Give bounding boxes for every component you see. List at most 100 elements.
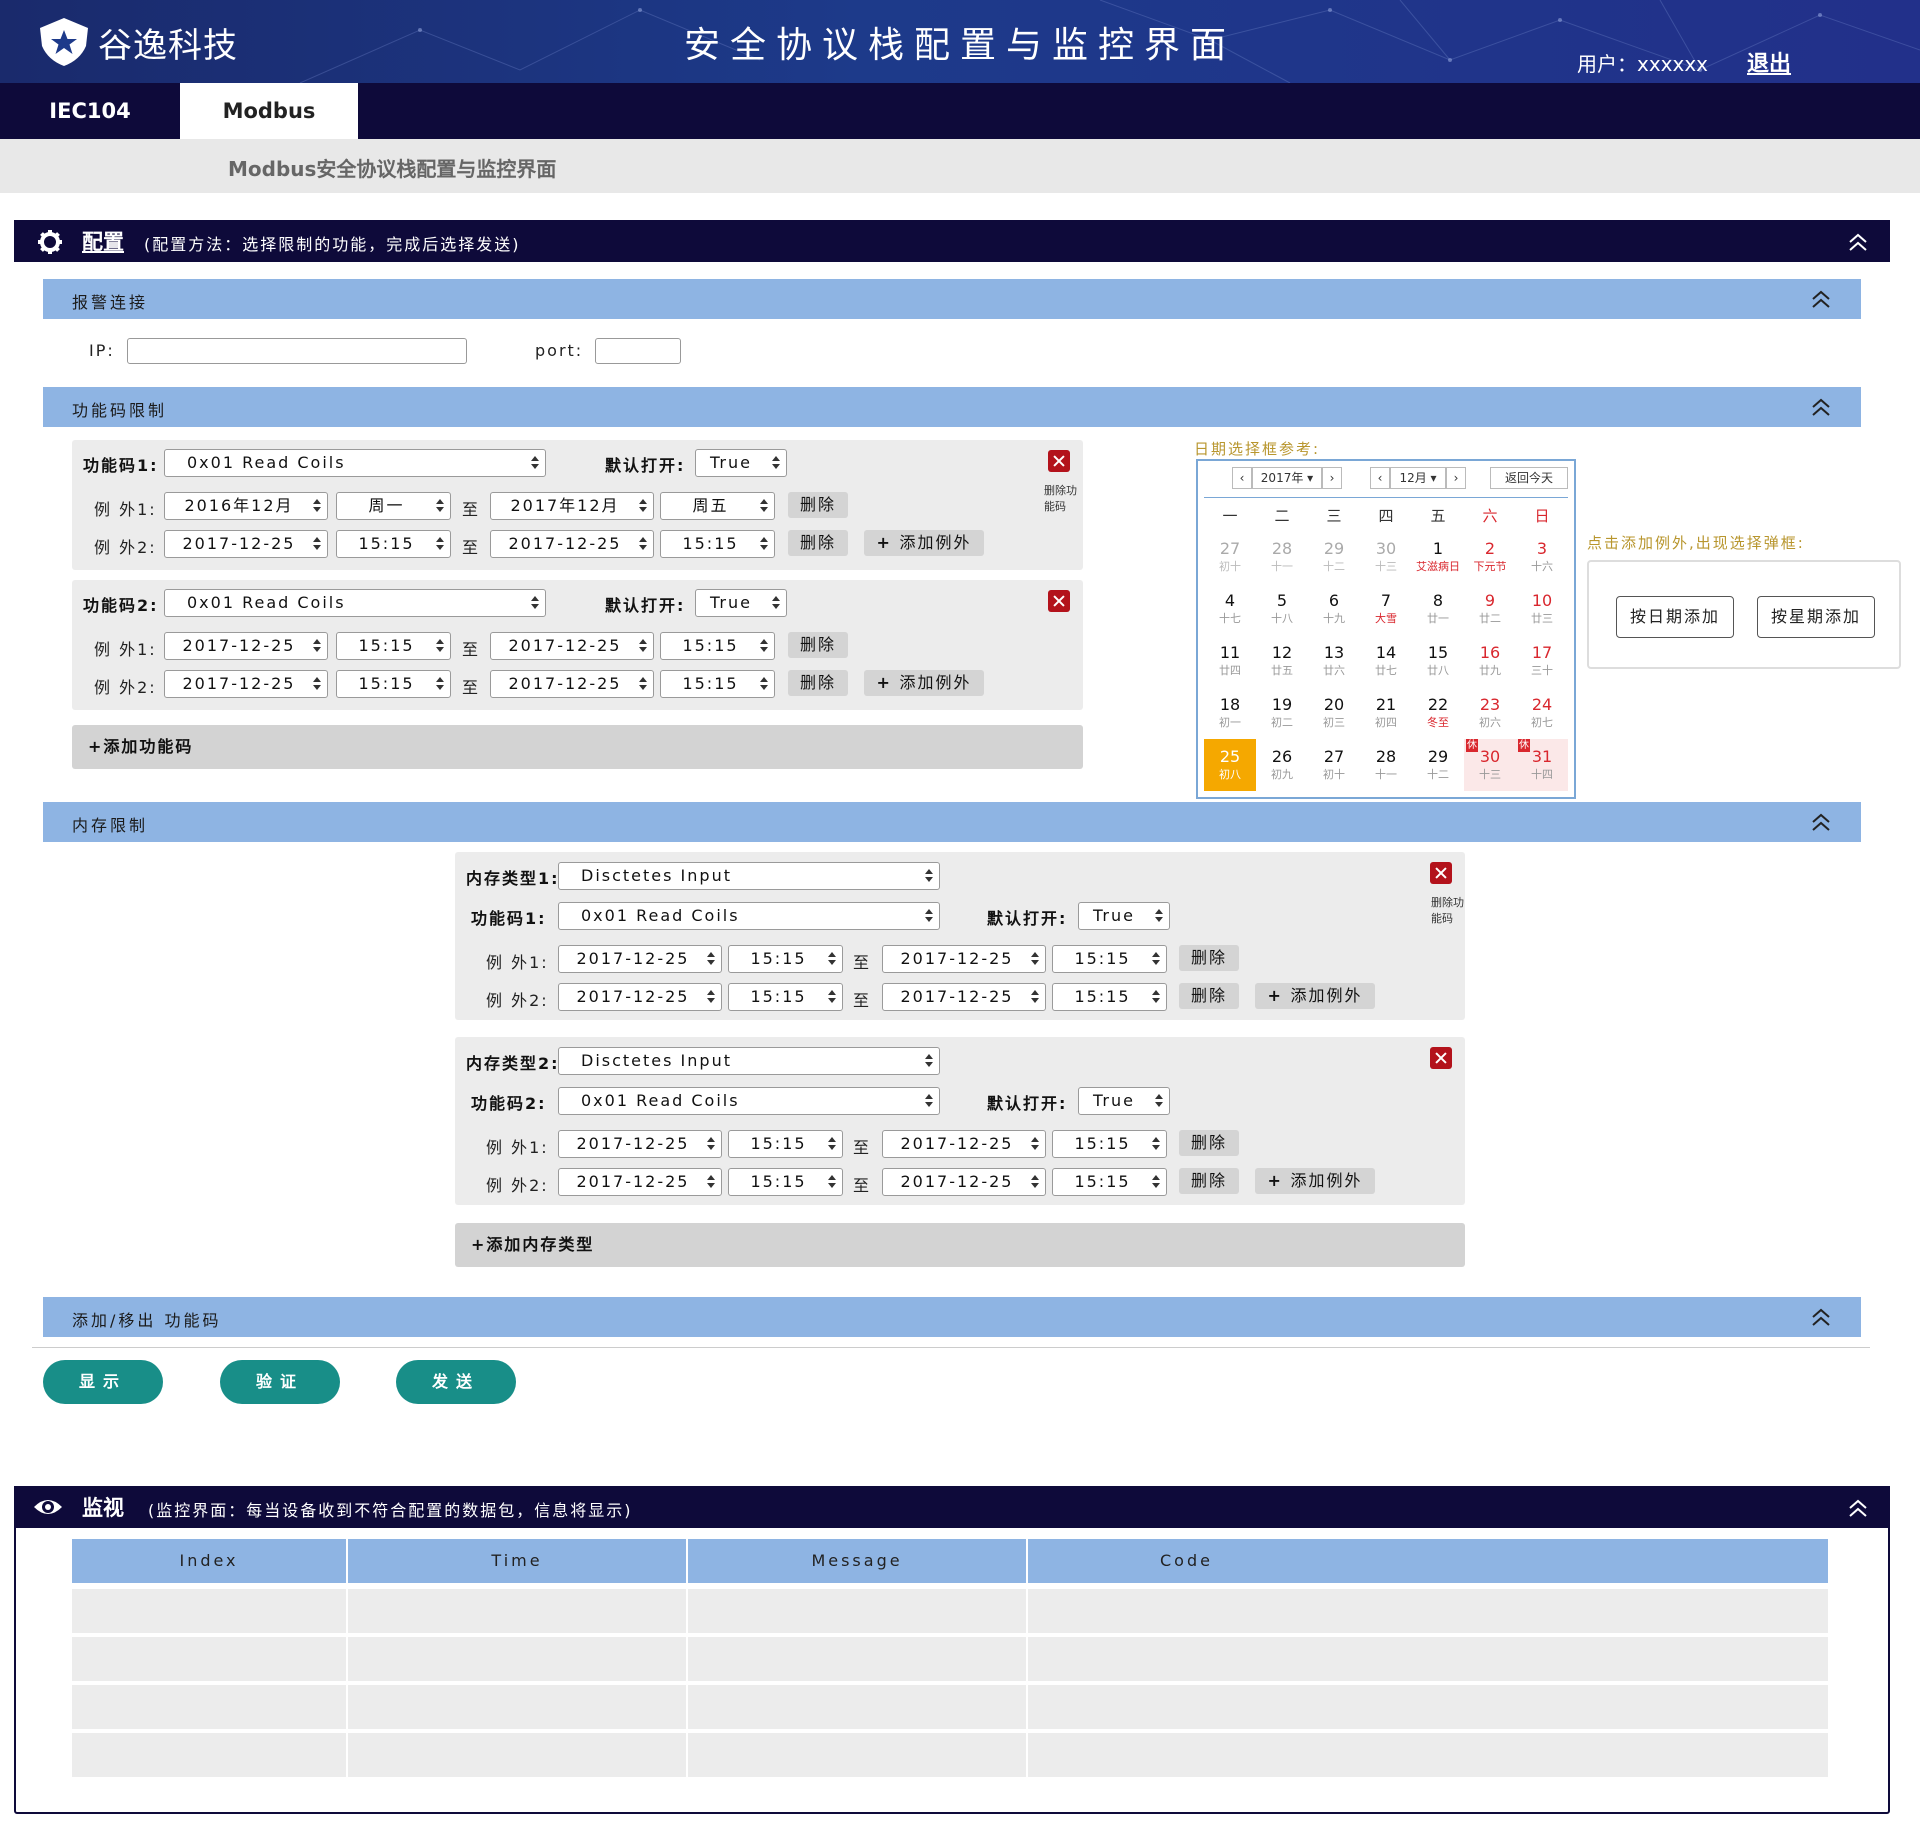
alarm-section-header[interactable]: 报警连接 <box>43 279 1861 319</box>
exception-end-time[interactable]: 15:15 <box>660 530 775 558</box>
exception-end-date[interactable]: 2017-12-25 <box>882 945 1046 973</box>
exception-start-time[interactable]: 15:15 <box>728 1168 843 1196</box>
calendar-day[interactable]: 29 十二 <box>1308 531 1360 583</box>
delete-exception-button[interactable]: 删除 <box>1179 983 1239 1009</box>
exception-start-date[interactable]: 2016年12月 <box>164 492 328 520</box>
collapse-chevron-icon[interactable] <box>1809 395 1833 419</box>
exception-start-time[interactable]: 15:15 <box>728 945 843 973</box>
calendar-day[interactable]: 28 十一 <box>1360 739 1412 791</box>
add-exception-button[interactable]: + 添加例外 <box>864 530 984 556</box>
add-fc-button[interactable]: +添加功能码 <box>72 725 1083 769</box>
add-by-week-button[interactable]: 按星期添加 <box>1757 596 1875 638</box>
exception-end-date[interactable]: 2017-12-25 <box>490 632 654 660</box>
mem-type-select[interactable]: Disctetes Input <box>558 862 940 890</box>
exception-end-time[interactable]: 15:15 <box>1052 945 1167 973</box>
calendar-day[interactable]: 8 廿一 <box>1412 583 1464 635</box>
prev-month-icon[interactable]: ‹ <box>1370 467 1390 489</box>
delete-exception-button[interactable]: 删除 <box>788 632 848 658</box>
calendar-day[interactable]: 12 廿五 <box>1256 635 1308 687</box>
calendar-day[interactable]: 29 十二 <box>1412 739 1464 791</box>
exception-start-time[interactable]: 周一 <box>336 492 451 520</box>
calendar-day[interactable]: 11 廿四 <box>1204 635 1256 687</box>
calendar-day[interactable]: 27 初十 <box>1204 531 1256 583</box>
collapse-chevron-icon[interactable] <box>1809 810 1833 834</box>
fc-select[interactable]: 0x01 Read Coils <box>164 589 546 617</box>
exception-end-time[interactable]: 15:15 <box>660 670 775 698</box>
default-open-select[interactable]: True <box>1078 1087 1170 1115</box>
calendar-day[interactable]: 5 十八 <box>1256 583 1308 635</box>
delete-exception-button[interactable]: 删除 <box>1179 1168 1239 1194</box>
calendar-day[interactable]: 24 初七 <box>1516 687 1568 739</box>
next-year-icon[interactable]: › <box>1322 467 1342 489</box>
default-open-select[interactable]: True <box>1078 902 1170 930</box>
delete-mem-icon[interactable] <box>1430 1047 1452 1069</box>
exception-end-date[interactable]: 2017-12-25 <box>882 983 1046 1011</box>
back-to-today-button[interactable]: 返回今天 <box>1490 467 1568 489</box>
delete-exception-button[interactable]: 删除 <box>788 530 848 556</box>
calendar-day[interactable]: 9 廿二 <box>1464 583 1516 635</box>
exception-start-date[interactable]: 2017-12-25 <box>558 1130 722 1158</box>
calendar-day[interactable]: 7 大雪 <box>1360 583 1412 635</box>
add-exception-button[interactable]: + 添加例外 <box>1255 1168 1375 1194</box>
year-select[interactable]: 2017年 ▾ <box>1252 467 1322 489</box>
exception-start-time[interactable]: 15:15 <box>336 670 451 698</box>
port-input[interactable] <box>595 338 681 364</box>
exception-start-time[interactable]: 15:15 <box>728 983 843 1011</box>
delete-exception-button[interactable]: 删除 <box>1179 1130 1239 1156</box>
prev-year-icon[interactable]: ‹ <box>1232 467 1252 489</box>
calendar-day[interactable]: 14 廿七 <box>1360 635 1412 687</box>
calendar-day[interactable]: 10 廿三 <box>1516 583 1568 635</box>
calendar-day[interactable]: 3 十六 <box>1516 531 1568 583</box>
exception-start-date[interactable]: 2017-12-25 <box>164 670 328 698</box>
add-by-date-button[interactable]: 按日期添加 <box>1616 596 1734 638</box>
month-select[interactable]: 12月 ▾ <box>1390 467 1446 489</box>
next-month-icon[interactable]: › <box>1446 467 1466 489</box>
exception-end-time[interactable]: 15:15 <box>1052 1130 1167 1158</box>
calendar-day[interactable]: 20 初三 <box>1308 687 1360 739</box>
config-panel-header[interactable]: 配置 (配置方法：选择限制的功能，完成后选择发送) <box>14 220 1890 262</box>
addremove-section-header[interactable]: 添加/移出 功能码 <box>43 1297 1861 1337</box>
calendar-day[interactable]: 13 廿六 <box>1308 635 1360 687</box>
send-button[interactable]: 发送 <box>396 1360 516 1404</box>
collapse-chevron-icon[interactable] <box>1809 287 1833 311</box>
monitor-panel-header[interactable]: 监视 (监控界面：每当设备收到不符合配置的数据包，信息将显示) <box>14 1486 1890 1528</box>
logout-link[interactable]: 退出 <box>1747 46 1791 78</box>
show-button[interactable]: 显示 <box>43 1360 163 1404</box>
calendar-day[interactable]: 22 冬至 <box>1412 687 1464 739</box>
collapse-chevron-icon[interactable] <box>1846 230 1870 254</box>
delete-exception-button[interactable]: 删除 <box>788 670 848 696</box>
calendar-day[interactable]: 18 初一 <box>1204 687 1256 739</box>
fc-select[interactable]: 0x01 Read Coils <box>558 902 940 930</box>
exception-start-time[interactable]: 15:15 <box>336 530 451 558</box>
exception-end-time[interactable]: 周五 <box>660 492 775 520</box>
calendar-day[interactable]: 6 十九 <box>1308 583 1360 635</box>
calendar-day[interactable]: 26 初九 <box>1256 739 1308 791</box>
calendar-day[interactable]: 23 初六 <box>1464 687 1516 739</box>
exception-end-date[interactable]: 2017-12-25 <box>490 530 654 558</box>
calendar-day[interactable]: 27 初十 <box>1308 739 1360 791</box>
calendar-day[interactable]: 28 十一 <box>1256 531 1308 583</box>
delete-exception-button[interactable]: 删除 <box>788 492 848 518</box>
exception-start-time[interactable]: 15:15 <box>728 1130 843 1158</box>
add-exception-button[interactable]: + 添加例外 <box>1255 983 1375 1009</box>
delete-fc-icon[interactable] <box>1048 590 1070 612</box>
calendar-day[interactable]: 2 下元节 <box>1464 531 1516 583</box>
mem-section-header[interactable]: 内存限制 <box>43 802 1861 842</box>
exception-end-time[interactable]: 15:15 <box>1052 1168 1167 1196</box>
add-exception-button[interactable]: + 添加例外 <box>864 670 984 696</box>
tab-iec104[interactable]: IEC104 <box>0 83 180 139</box>
collapse-chevron-icon[interactable] <box>1809 1305 1833 1329</box>
exception-start-date[interactable]: 2017-12-25 <box>558 1168 722 1196</box>
collapse-chevron-icon[interactable] <box>1846 1496 1870 1520</box>
ip-input[interactable] <box>127 338 467 364</box>
calendar-day[interactable]: 17 三十 <box>1516 635 1568 687</box>
exception-end-time[interactable]: 15:15 <box>1052 983 1167 1011</box>
calendar-day[interactable]: 19 初二 <box>1256 687 1308 739</box>
calendar-day[interactable]: 30 十三休 <box>1464 739 1516 791</box>
exception-start-time[interactable]: 15:15 <box>336 632 451 660</box>
add-mem-type-button[interactable]: +添加内存类型 <box>455 1223 1465 1267</box>
calendar-day[interactable]: 31 十四休 <box>1516 739 1568 791</box>
exception-end-date[interactable]: 2017年12月 <box>490 492 654 520</box>
calendar-day[interactable]: 25 初八 <box>1204 739 1256 791</box>
calendar-day[interactable]: 21 初四 <box>1360 687 1412 739</box>
